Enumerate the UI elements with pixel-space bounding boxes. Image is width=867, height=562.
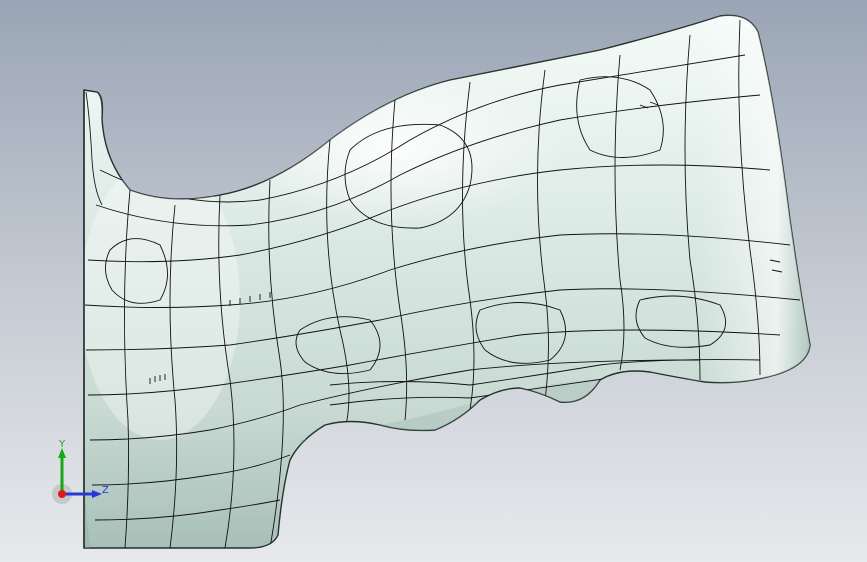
coordinate-triad: Y Z <box>48 436 118 508</box>
grip-model[interactable] <box>0 0 867 562</box>
grip-body <box>83 14 811 549</box>
3d-viewport[interactable]: Y Z <box>0 0 867 562</box>
z-axis-label: Z <box>102 485 109 496</box>
y-axis-label: Y <box>59 439 66 450</box>
